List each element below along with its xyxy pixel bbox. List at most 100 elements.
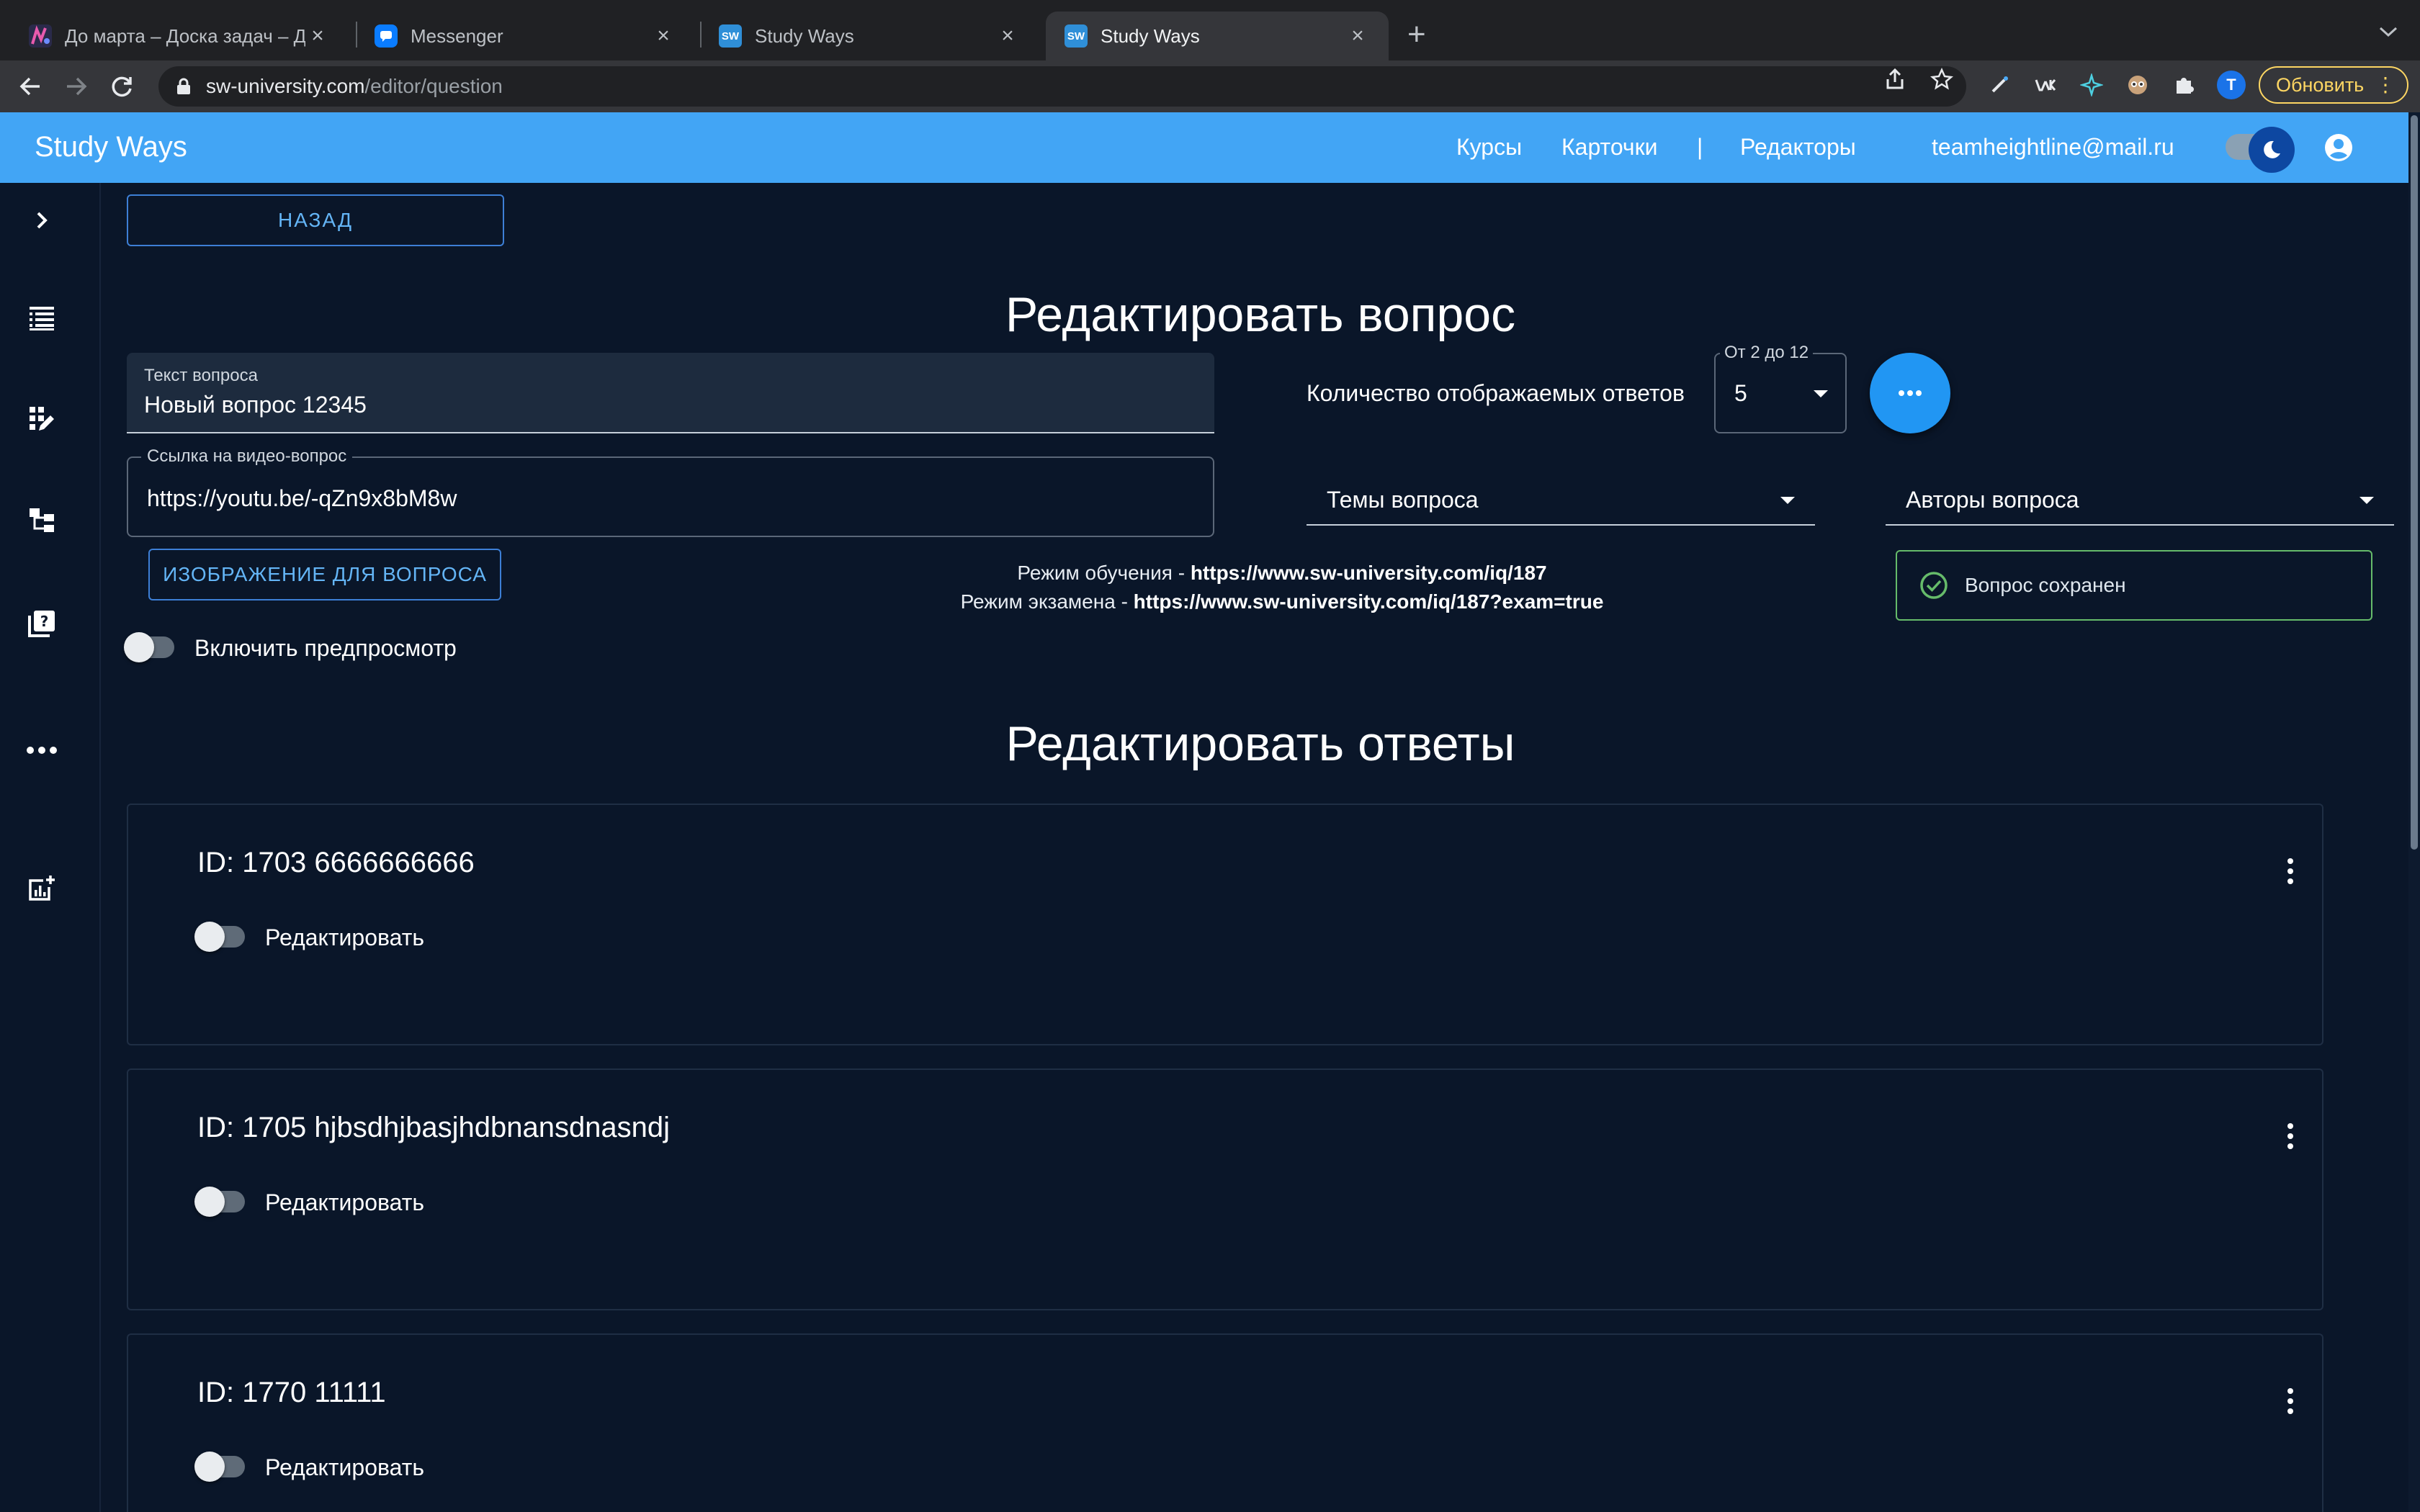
topics-select[interactable]: Темы вопроса — [1307, 461, 1815, 526]
quiz-icon[interactable]: ? — [26, 608, 58, 639]
answer-count-value: 5 — [1734, 380, 1747, 406]
edit-switch-knob[interactable] — [194, 1452, 225, 1482]
video-link-input[interactable]: https://youtu.be/-qZn9x8bM8w — [147, 485, 457, 512]
edit-switch-label: Редактировать — [265, 1454, 425, 1480]
preview-switch-knob[interactable] — [124, 632, 154, 662]
nav-separator: | — [1697, 134, 1703, 160]
forward-arrow-icon[interactable] — [60, 71, 92, 102]
back-button[interactable]: НАЗАД — [127, 194, 504, 246]
close-icon[interactable]: × — [1345, 24, 1370, 48]
nav-cards[interactable]: Карточки — [1561, 134, 1657, 161]
close-icon[interactable]: × — [305, 24, 330, 48]
answer-count-label: Количество отображаемых ответов — [1307, 380, 1685, 406]
lock-icon[interactable] — [176, 78, 192, 95]
new-tab-icon[interactable]: + — [1407, 17, 1426, 52]
more-horiz-icon — [1899, 390, 1922, 396]
answer-card: ID: 1770 11111 Редактировать — [127, 1333, 2323, 1512]
back-arrow-icon[interactable] — [14, 71, 46, 102]
answer-card: ID: 1705 hjbsdhjbasjhdbnansdnasndj Редак… — [127, 1068, 2323, 1310]
preview-toggle-label: Включить предпросмотр — [194, 635, 457, 661]
app-header: Study Ways Курсы Карточки | Редакторы te… — [0, 112, 2408, 183]
studyways-favicon: SW — [719, 24, 742, 48]
dropdown-arrow-icon — [1814, 390, 1828, 397]
authors-placeholder: Авторы вопроса — [1906, 487, 2079, 513]
tab-title: До марта – Доска задач – До — [65, 24, 305, 47]
profile-avatar[interactable]: T — [2217, 71, 2246, 99]
browser-tab[interactable]: Messenger × — [356, 12, 694, 60]
study-mode-line: Режим обучения - https://www.sw-universi… — [893, 562, 1671, 585]
topics-placeholder: Темы вопроса — [1327, 487, 1479, 513]
account-circle-icon[interactable] — [2323, 132, 2354, 163]
more-vert-icon[interactable] — [2286, 1388, 2295, 1417]
star-icon[interactable] — [1930, 67, 1953, 96]
authors-select[interactable]: Авторы вопроса — [1886, 461, 2394, 526]
dark-mode-icon[interactable] — [2249, 127, 2295, 173]
saved-alert: Вопрос сохранен — [1896, 550, 2372, 621]
question-image-button[interactable]: ИЗОБРАЖЕНИЕ ДЛЯ ВОПРОСА — [148, 549, 501, 600]
browser-tab[interactable]: SW Study Ways × — [700, 12, 1039, 60]
answer-id: ID: 1703 6666666666 — [197, 847, 475, 878]
browser-tab-active[interactable]: SW Study Ways × — [1046, 12, 1389, 60]
edit-switch-knob[interactable] — [194, 1187, 225, 1217]
answer-id: ID: 1770 11111 — [197, 1377, 386, 1408]
check-circle-icon — [1920, 572, 1948, 599]
more-vert-icon[interactable] — [2286, 858, 2295, 887]
video-link-field[interactable]: Ссылка на видео-вопрос https://youtu.be/… — [127, 446, 1214, 537]
messenger-icon — [375, 24, 398, 48]
more-vert-icon[interactable] — [2286, 1123, 2295, 1152]
answer-card: ID: 1703 6666666666 Редактировать — [127, 804, 2323, 1045]
update-label: Обновить — [2276, 73, 2365, 96]
vk-icon[interactable] — [2033, 72, 2058, 98]
side-rail: ? — [0, 183, 101, 1512]
answer-id: ID: 1705 hjbsdhjbasjhdbnansdnasndj — [197, 1112, 671, 1143]
exam-mode-line: Режим экзамена - https://www.sw-universi… — [893, 590, 1671, 613]
question-text-field[interactable]: Текст вопроса Новый вопрос 12345 — [127, 353, 1214, 433]
studyways-favicon: SW — [1065, 24, 1088, 48]
browser-tab-strip: До марта – Доска задач – До × Messenger … — [0, 0, 2420, 60]
mask-icon[interactable] — [2125, 72, 2151, 98]
update-button[interactable]: Обновить ⋮ — [2259, 66, 2408, 104]
question-text-input[interactable]: Новый вопрос 12345 — [144, 392, 367, 418]
chevron-right-icon[interactable] — [26, 204, 58, 236]
study-mode-link[interactable]: https://www.sw-university.com/iq/187 — [1191, 562, 1547, 584]
more-actions-button[interactable] — [1870, 353, 1950, 433]
svg-text:?: ? — [40, 613, 49, 630]
page-title: Редактировать вопрос — [1005, 287, 1516, 342]
share-icon[interactable] — [1884, 68, 1906, 96]
more-vert-icon[interactable]: ⋮ — [2375, 73, 2396, 96]
puzzle-icon[interactable] — [2171, 72, 2197, 98]
answer-count-select[interactable]: От 2 до 12 5 — [1714, 343, 1847, 433]
dropdown-arrow-icon — [2360, 497, 2374, 504]
star-sparkle-icon[interactable] — [2079, 72, 2105, 98]
edit-switch-label: Редактировать — [265, 924, 425, 950]
video-link-label: Ссылка на видео-вопрос — [141, 446, 353, 467]
close-icon[interactable]: × — [651, 24, 676, 48]
nav-courses[interactable]: Курсы — [1456, 134, 1522, 161]
address-bar[interactable]: sw-university.com/editor/question — [158, 66, 1966, 107]
nav-editors[interactable]: Редакторы — [1740, 134, 1856, 161]
url-text: sw-university.com/editor/question — [206, 75, 503, 97]
study-mode-prefix: Режим обучения - — [1017, 562, 1191, 584]
dropdown-arrow-icon — [1780, 497, 1795, 504]
browser-tab[interactable]: До марта – Доска задач – До × — [10, 12, 349, 60]
close-icon[interactable]: × — [995, 24, 1020, 48]
brand-title[interactable]: Study Ways — [35, 131, 187, 163]
question-text-label: Текст вопроса — [144, 366, 258, 385]
add-chart-icon[interactable] — [26, 873, 58, 904]
reload-icon[interactable] — [107, 71, 138, 102]
edit-grid-icon[interactable] — [26, 403, 58, 435]
user-email[interactable]: teamheightline@mail.ru — [1932, 134, 2174, 161]
chevron-down-icon[interactable] — [2378, 20, 2398, 45]
exam-mode-prefix: Режим экзамена - — [960, 590, 1134, 613]
saved-alert-text: Вопрос сохранен — [1965, 574, 2126, 596]
edit-switch-knob[interactable] — [194, 922, 225, 952]
edit-switch-label: Редактировать — [265, 1189, 425, 1215]
tab-title: Study Ways — [1101, 24, 1200, 47]
pen-icon[interactable] — [1986, 72, 2012, 98]
tab-title: Study Ways — [755, 24, 854, 47]
answer-count-hint: От 2 до 12 — [1720, 343, 1814, 363]
taskboard-icon — [29, 24, 52, 48]
exam-mode-link[interactable]: https://www.sw-university.com/iq/187?exa… — [1134, 590, 1604, 613]
answers-title: Редактировать ответы — [1005, 716, 1515, 771]
tree-icon[interactable] — [26, 504, 58, 536]
